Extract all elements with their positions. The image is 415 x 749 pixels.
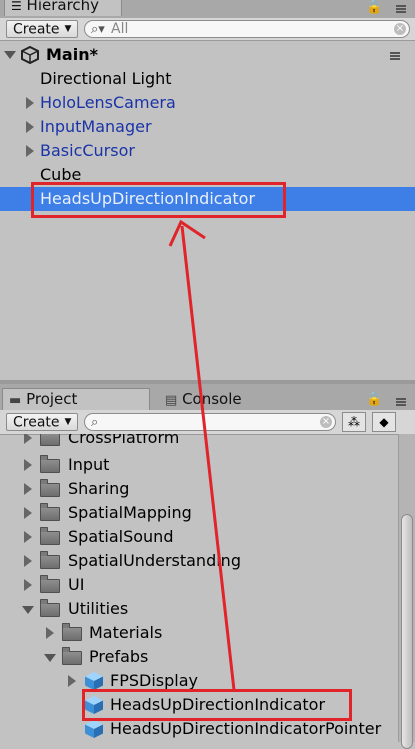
annotation-arrow — [168, 219, 236, 691]
